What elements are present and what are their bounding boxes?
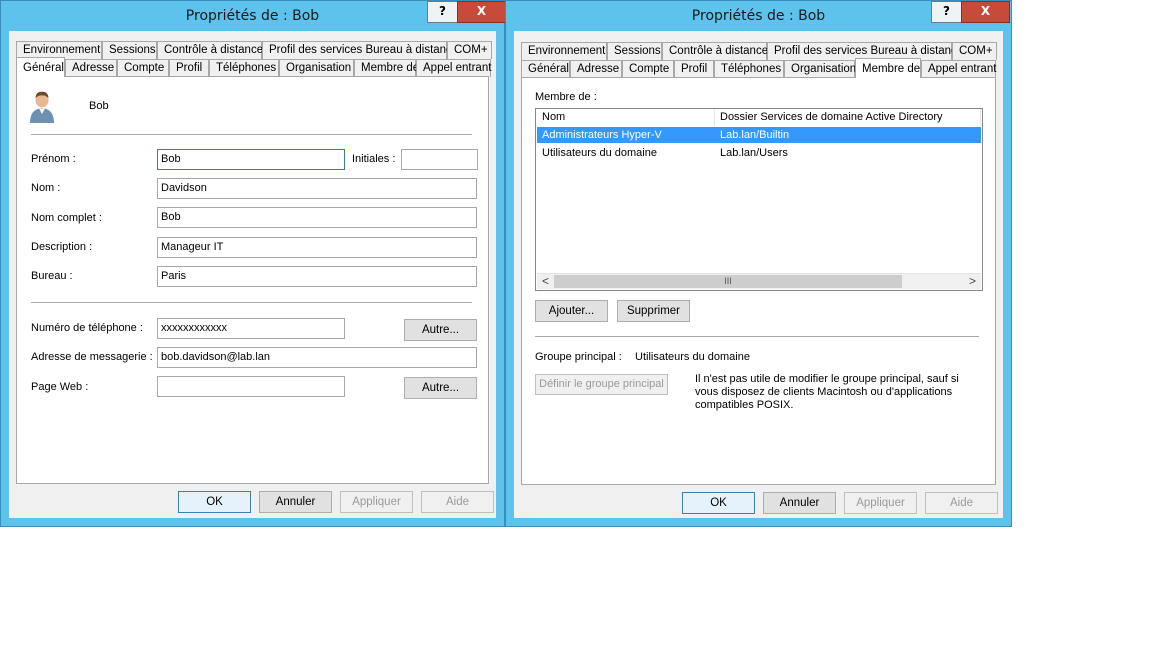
list-item[interactable]: Administrateurs Hyper-V Lab.lan/Builtin: [537, 127, 981, 143]
properties-window-general: Propriétés de : Bob ? X Environnement Se…: [0, 0, 506, 527]
email-field[interactable]: bob.davidson@lab.lan: [157, 347, 477, 368]
ok-button[interactable]: OK: [178, 491, 251, 513]
tab-com-plus[interactable]: COM+: [952, 42, 997, 60]
title-bar[interactable]: Propriétés de : Bob ? X: [1, 1, 506, 31]
office-label: Bureau :: [31, 270, 73, 282]
tab-member-of[interactable]: Membre de: [855, 58, 921, 78]
apply-button[interactable]: Appliquer: [340, 491, 413, 513]
divider: [535, 336, 979, 337]
last-name-label: Nom :: [31, 182, 61, 194]
tab-profil[interactable]: Profil: [169, 59, 209, 77]
tab-general[interactable]: Général: [521, 60, 570, 78]
tab-dial-in[interactable]: Appel entrant: [416, 59, 491, 77]
description-label: Description :: [31, 241, 93, 253]
tab-dial-in[interactable]: Appel entrant: [921, 60, 996, 78]
column-header-folder[interactable]: Dossier Services de domaine Active Direc…: [715, 109, 981, 126]
remove-button[interactable]: Supprimer: [617, 300, 690, 322]
close-icon[interactable]: X: [961, 1, 1010, 23]
tab-rds-profile[interactable]: Profil des services Bureau à distance: [262, 41, 458, 59]
help-icon[interactable]: ?: [931, 1, 962, 23]
primary-group-label: Groupe principal :: [535, 351, 622, 363]
tab-adresse[interactable]: Adresse: [65, 59, 117, 77]
tab-organisation[interactable]: Organisation: [279, 59, 354, 77]
cancel-button[interactable]: Annuler: [763, 492, 836, 514]
user-avatar-icon: [30, 91, 54, 123]
tab-telephones[interactable]: Téléphones: [714, 60, 784, 78]
tab-sessions[interactable]: Sessions: [102, 41, 157, 59]
properties-window-member-of: Propriétés de : Bob ? X Environnement Se…: [505, 0, 1012, 527]
scroll-right-icon[interactable]: >: [964, 274, 981, 289]
help-button[interactable]: Aide: [925, 492, 998, 514]
tab-sessions[interactable]: Sessions: [607, 42, 662, 60]
phone-field[interactable]: xxxxxxxxxxxx: [157, 318, 345, 339]
web-page-label: Page Web :: [31, 381, 89, 393]
group-name: Administrateurs Hyper-V: [542, 129, 662, 141]
last-name-field[interactable]: Davidson: [157, 178, 477, 199]
group-folder: Lab.lan/Users: [720, 147, 788, 159]
tab-compte[interactable]: Compte: [117, 59, 169, 77]
close-icon[interactable]: X: [457, 1, 506, 23]
initials-field[interactable]: [401, 149, 478, 170]
apply-button[interactable]: Appliquer: [844, 492, 917, 514]
member-of-label: Membre de :: [535, 91, 597, 103]
first-name-field[interactable]: Bob: [157, 149, 345, 170]
primary-group-note: Il n'est pas utile de modifier le groupe…: [695, 373, 959, 411]
tab-profil[interactable]: Profil: [674, 60, 714, 78]
group-folder: Lab.lan/Builtin: [720, 129, 790, 141]
help-button[interactable]: Aide: [421, 491, 494, 513]
cancel-button[interactable]: Annuler: [259, 491, 332, 513]
divider: [31, 302, 472, 303]
dialog-client: Environnement Sessions Contrôle à distan…: [514, 31, 1003, 518]
tab-com-plus[interactable]: COM+: [447, 41, 492, 59]
set-primary-group-button[interactable]: Définir le groupe principal: [535, 374, 668, 395]
phone-other-button[interactable]: Autre...: [404, 319, 477, 341]
general-tab-panel: Bob Prénom : Bob Initiales : Nom : David…: [16, 76, 489, 484]
primary-group-value: Utilisateurs du domaine: [635, 351, 750, 363]
user-display-name: Bob: [89, 100, 109, 112]
add-button[interactable]: Ajouter...: [535, 300, 608, 322]
tab-member-of[interactable]: Membre de: [354, 59, 419, 77]
column-header-name[interactable]: Nom: [537, 109, 715, 126]
ok-button[interactable]: OK: [682, 492, 755, 514]
horizontal-scrollbar[interactable]: < III >: [537, 273, 981, 289]
tab-organisation[interactable]: Organisation: [784, 60, 856, 78]
group-name: Utilisateurs du domaine: [542, 147, 657, 159]
scrollbar-thumb[interactable]: III: [554, 275, 902, 288]
help-icon[interactable]: ?: [427, 1, 458, 23]
office-field[interactable]: Paris: [157, 266, 477, 287]
phone-label: Numéro de téléphone :: [31, 322, 143, 334]
tab-environnement[interactable]: Environnement: [521, 42, 607, 60]
first-name-label: Prénom :: [31, 153, 76, 165]
title-bar[interactable]: Propriétés de : Bob ? X: [506, 1, 1011, 31]
web-other-button[interactable]: Autre...: [404, 377, 477, 399]
list-item[interactable]: Utilisateurs du domaine Lab.lan/Users: [537, 145, 981, 161]
email-label: Adresse de messagerie :: [31, 351, 153, 363]
tab-remote-control[interactable]: Contrôle à distance: [157, 41, 263, 59]
tab-general[interactable]: Général: [16, 57, 65, 77]
tab-adresse[interactable]: Adresse: [570, 60, 622, 78]
member-of-tab-panel: Membre de : Nom Dossier Services de doma…: [521, 77, 996, 485]
full-name-label: Nom complet :: [31, 212, 102, 224]
web-page-field[interactable]: [157, 376, 345, 397]
scroll-left-icon[interactable]: <: [537, 274, 554, 289]
tab-telephones[interactable]: Téléphones: [209, 59, 279, 77]
divider: [31, 134, 472, 135]
tab-compte[interactable]: Compte: [622, 60, 674, 78]
description-field[interactable]: Manageur IT: [157, 237, 477, 258]
groups-list[interactable]: Nom Dossier Services de domaine Active D…: [535, 108, 983, 291]
full-name-field[interactable]: Bob: [157, 207, 477, 228]
tab-remote-control[interactable]: Contrôle à distance: [662, 42, 768, 60]
initials-label: Initiales :: [352, 153, 396, 165]
dialog-client: Environnement Sessions Contrôle à distan…: [9, 31, 496, 518]
